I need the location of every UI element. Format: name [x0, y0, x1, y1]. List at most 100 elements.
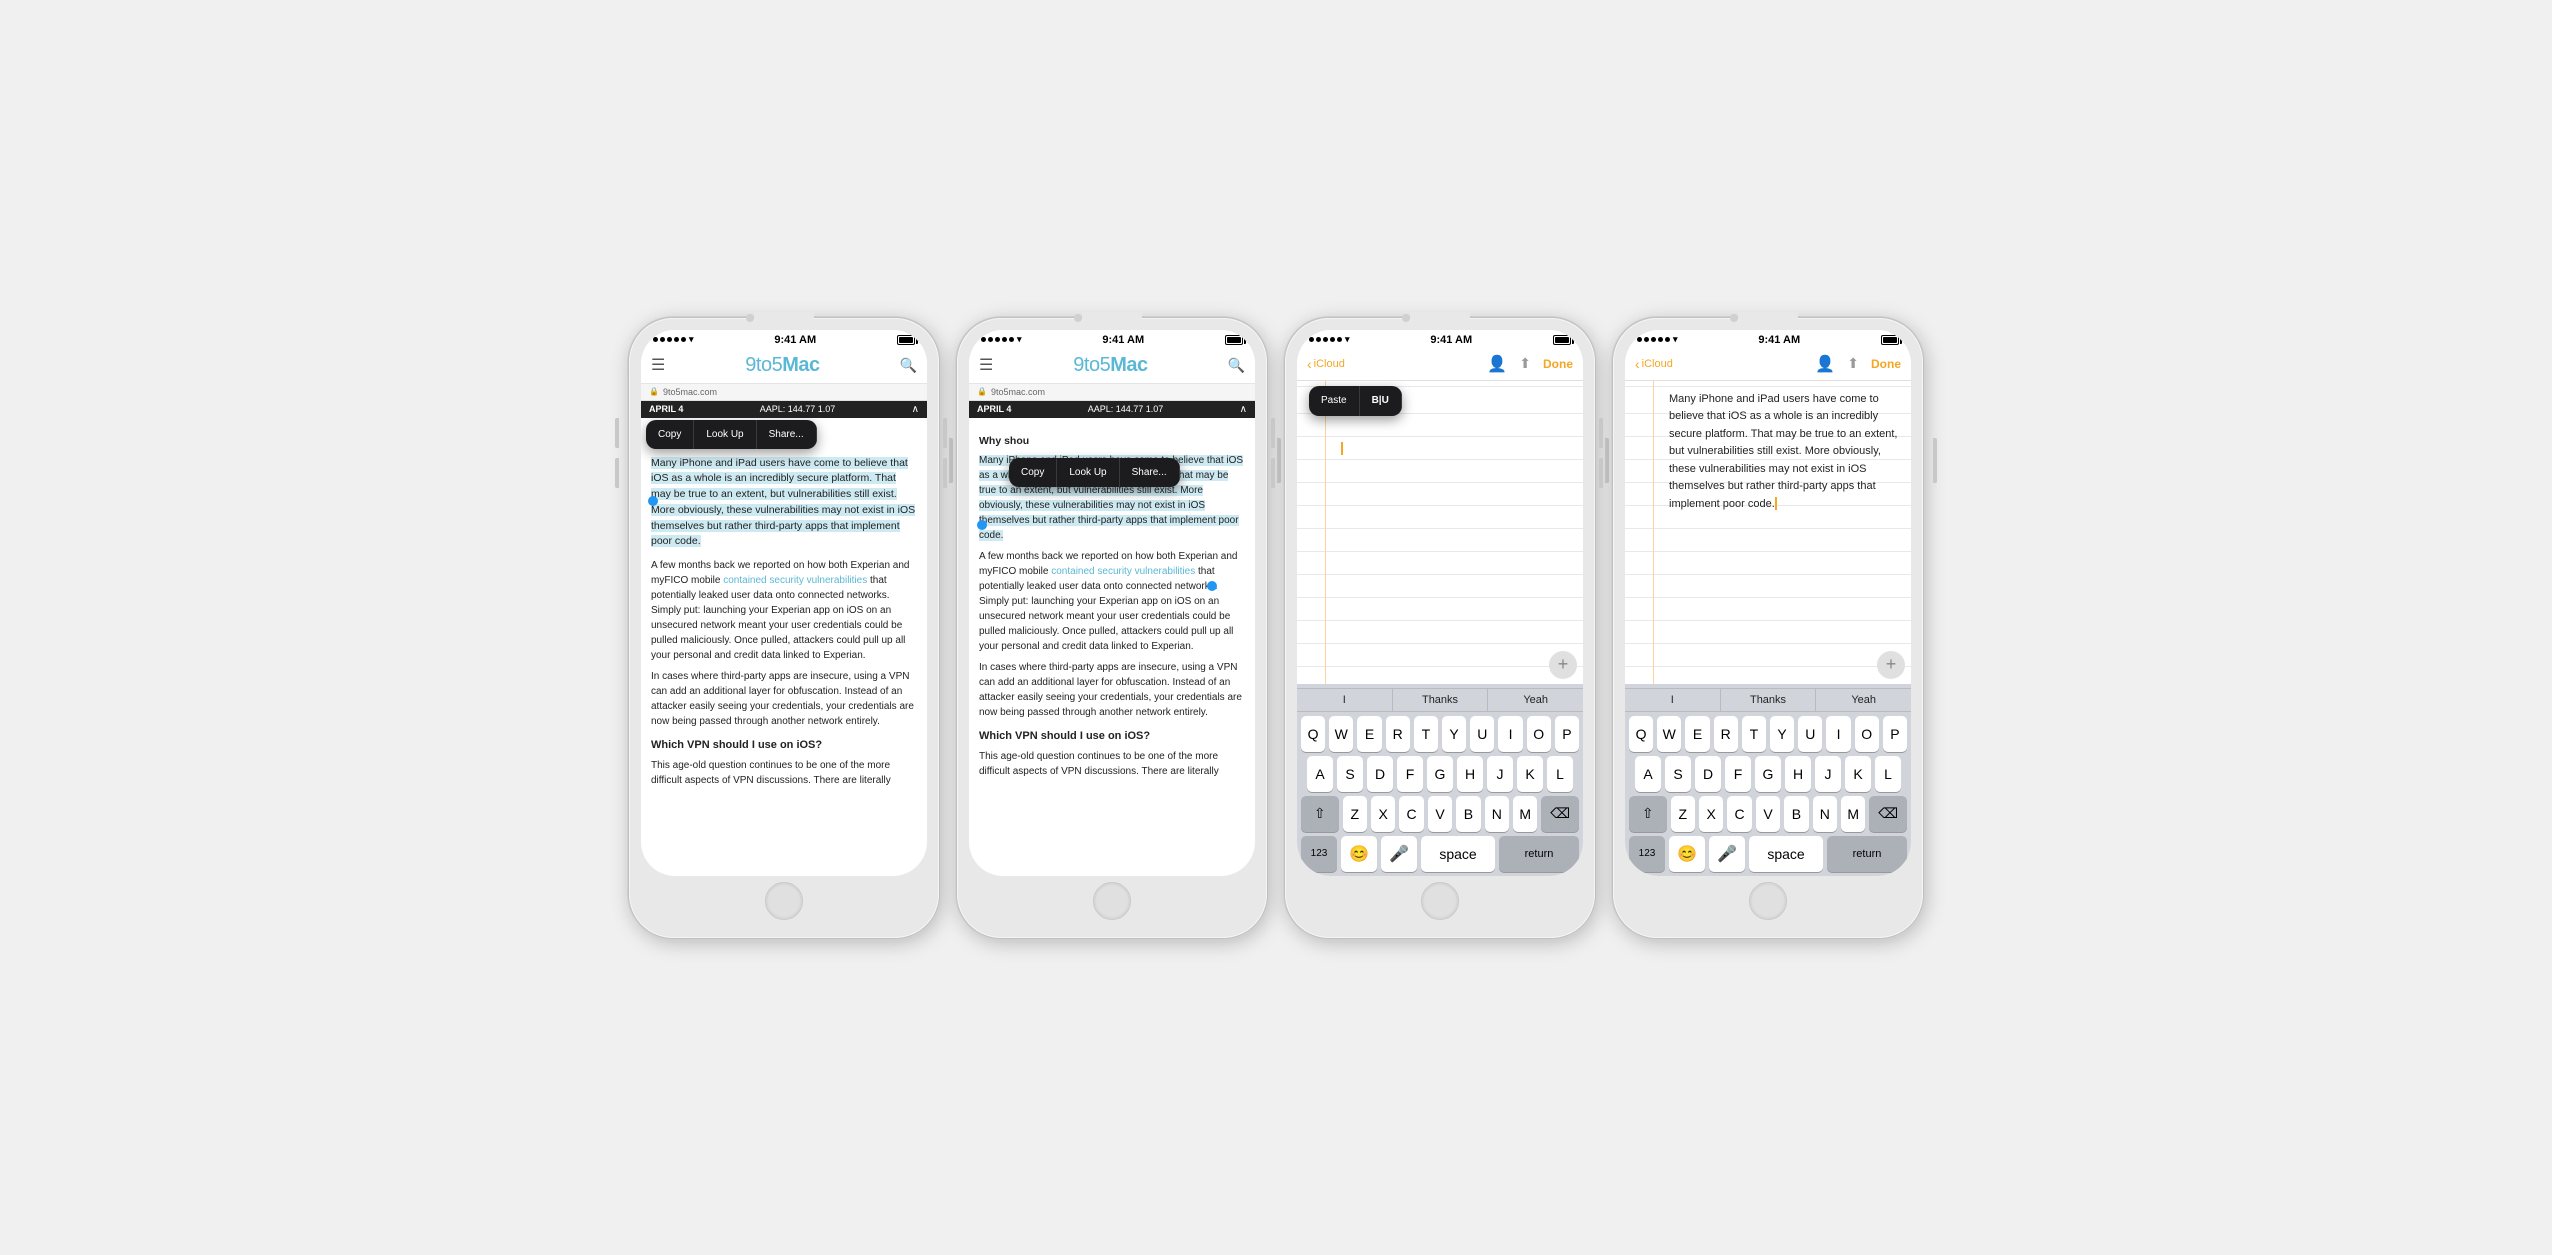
key-q-3[interactable]: Q — [1301, 716, 1325, 752]
notes-back-3[interactable]: ‹ iCloud — [1307, 356, 1345, 372]
key-o-3[interactable]: O — [1527, 716, 1551, 752]
key-p-3[interactable]: P — [1555, 716, 1579, 752]
key-r-4[interactable]: R — [1714, 716, 1738, 752]
key-h-3[interactable]: H — [1457, 756, 1483, 792]
key-r-3[interactable]: R — [1386, 716, 1410, 752]
done-button-4[interactable]: Done — [1871, 357, 1901, 371]
key-v-4[interactable]: V — [1756, 796, 1780, 832]
key-u-4[interactable]: U — [1798, 716, 1822, 752]
plus-button-3[interactable]: + — [1549, 651, 1577, 679]
search-icon-2[interactable]: 🔍 — [1228, 357, 1245, 374]
key-d-4[interactable]: D — [1695, 756, 1721, 792]
key-mic-3[interactable]: 🎤 — [1381, 836, 1417, 872]
key-c-4[interactable]: C — [1727, 796, 1751, 832]
home-button-4[interactable] — [1749, 882, 1787, 920]
key-k-4[interactable]: K — [1845, 756, 1871, 792]
key-s-4[interactable]: S — [1665, 756, 1691, 792]
key-e-4[interactable]: E — [1685, 716, 1709, 752]
key-space-4[interactable]: space — [1749, 836, 1823, 872]
key-x-3[interactable]: X — [1371, 796, 1395, 832]
copy-button-1[interactable]: Copy — [646, 420, 694, 449]
notes-content-3[interactable]: Paste B|U + — [1297, 381, 1583, 684]
key-z-3[interactable]: Z — [1343, 796, 1367, 832]
key-shift-4[interactable]: ⇧ — [1629, 796, 1667, 832]
key-m-4[interactable]: M — [1841, 796, 1865, 832]
key-n-4[interactable]: N — [1813, 796, 1837, 832]
suggestion-thanks-3[interactable]: Thanks — [1393, 689, 1489, 711]
suggestion-thanks-4[interactable]: Thanks — [1721, 689, 1817, 711]
key-z-4[interactable]: Z — [1671, 796, 1695, 832]
key-g-4[interactable]: G — [1755, 756, 1781, 792]
key-h-4[interactable]: H — [1785, 756, 1811, 792]
key-a-4[interactable]: A — [1635, 756, 1661, 792]
key-l-3[interactable]: L — [1547, 756, 1573, 792]
home-button-1[interactable] — [765, 882, 803, 920]
search-icon-1[interactable]: 🔍 — [900, 357, 917, 374]
key-x-4[interactable]: X — [1699, 796, 1723, 832]
biu-button-3[interactable]: B|U — [1360, 386, 1402, 416]
key-w-4[interactable]: W — [1657, 716, 1681, 752]
key-b-4[interactable]: B — [1784, 796, 1808, 832]
lookup-button-2[interactable]: Look Up — [1057, 458, 1119, 487]
key-emoji-3[interactable]: 😊 — [1341, 836, 1377, 872]
url-bar-2[interactable]: 🔒 9to5mac.com — [969, 384, 1255, 401]
key-i-4[interactable]: I — [1826, 716, 1850, 752]
key-q-4[interactable]: Q — [1629, 716, 1653, 752]
suggestion-i-4[interactable]: I — [1625, 689, 1721, 711]
key-123-4[interactable]: 123 — [1629, 836, 1665, 872]
key-t-3[interactable]: T — [1414, 716, 1438, 752]
person-icon-3[interactable]: 👤 — [1487, 354, 1507, 374]
key-l-4[interactable]: L — [1875, 756, 1901, 792]
key-j-4[interactable]: J — [1815, 756, 1841, 792]
share-icon-4[interactable]: ⬆ — [1847, 355, 1859, 372]
url-bar-1[interactable]: 🔒 9to5mac.com — [641, 384, 927, 401]
plus-button-4[interactable]: + — [1877, 651, 1905, 679]
key-c-3[interactable]: C — [1399, 796, 1423, 832]
home-button-2[interactable] — [1093, 882, 1131, 920]
key-t-4[interactable]: T — [1742, 716, 1766, 752]
key-return-3[interactable]: return — [1499, 836, 1579, 872]
key-delete-4[interactable]: ⌫ — [1869, 796, 1907, 832]
key-f-4[interactable]: F — [1725, 756, 1751, 792]
notes-content-4[interactable]: Many iPhone and iPad users have come to … — [1625, 381, 1911, 684]
key-u-3[interactable]: U — [1470, 716, 1494, 752]
key-p-4[interactable]: P — [1883, 716, 1907, 752]
key-m-3[interactable]: M — [1513, 796, 1537, 832]
key-mic-4[interactable]: 🎤 — [1709, 836, 1745, 872]
share-icon-3[interactable]: ⬆ — [1519, 355, 1531, 372]
hamburger-icon-1[interactable]: ☰ — [651, 355, 665, 375]
suggestion-yeah-4[interactable]: Yeah — [1816, 689, 1911, 711]
hamburger-icon-2[interactable]: ☰ — [979, 355, 993, 375]
done-button-3[interactable]: Done — [1543, 357, 1573, 371]
key-s-3[interactable]: S — [1337, 756, 1363, 792]
key-e-3[interactable]: E — [1357, 716, 1381, 752]
key-shift-3[interactable]: ⇧ — [1301, 796, 1339, 832]
key-b-3[interactable]: B — [1456, 796, 1480, 832]
article-link-1[interactable]: contained security vulnerabilities — [723, 575, 867, 586]
key-return-4[interactable]: return — [1827, 836, 1907, 872]
key-y-4[interactable]: Y — [1770, 716, 1794, 752]
key-i-3[interactable]: I — [1498, 716, 1522, 752]
key-f-3[interactable]: F — [1397, 756, 1423, 792]
key-y-3[interactable]: Y — [1442, 716, 1466, 752]
suggestion-i-3[interactable]: I — [1297, 689, 1393, 711]
lookup-button-1[interactable]: Look Up — [694, 420, 756, 449]
key-j-3[interactable]: J — [1487, 756, 1513, 792]
key-g-3[interactable]: G — [1427, 756, 1453, 792]
home-button-3[interactable] — [1421, 882, 1459, 920]
copy-button-2[interactable]: Copy — [1009, 458, 1057, 487]
suggestion-yeah-3[interactable]: Yeah — [1488, 689, 1583, 711]
key-n-3[interactable]: N — [1485, 796, 1509, 832]
key-w-3[interactable]: W — [1329, 716, 1353, 752]
key-delete-3[interactable]: ⌫ — [1541, 796, 1579, 832]
notes-back-4[interactable]: ‹ iCloud — [1635, 356, 1673, 372]
key-d-3[interactable]: D — [1367, 756, 1393, 792]
key-a-3[interactable]: A — [1307, 756, 1333, 792]
share-button-1[interactable]: Share... — [757, 420, 817, 449]
key-k-3[interactable]: K — [1517, 756, 1543, 792]
person-icon-4[interactable]: 👤 — [1815, 354, 1835, 374]
key-emoji-4[interactable]: 😊 — [1669, 836, 1705, 872]
key-123-3[interactable]: 123 — [1301, 836, 1337, 872]
share-button-2[interactable]: Share... — [1120, 458, 1180, 487]
article-link-2[interactable]: contained security vulnerabilities — [1051, 566, 1195, 577]
